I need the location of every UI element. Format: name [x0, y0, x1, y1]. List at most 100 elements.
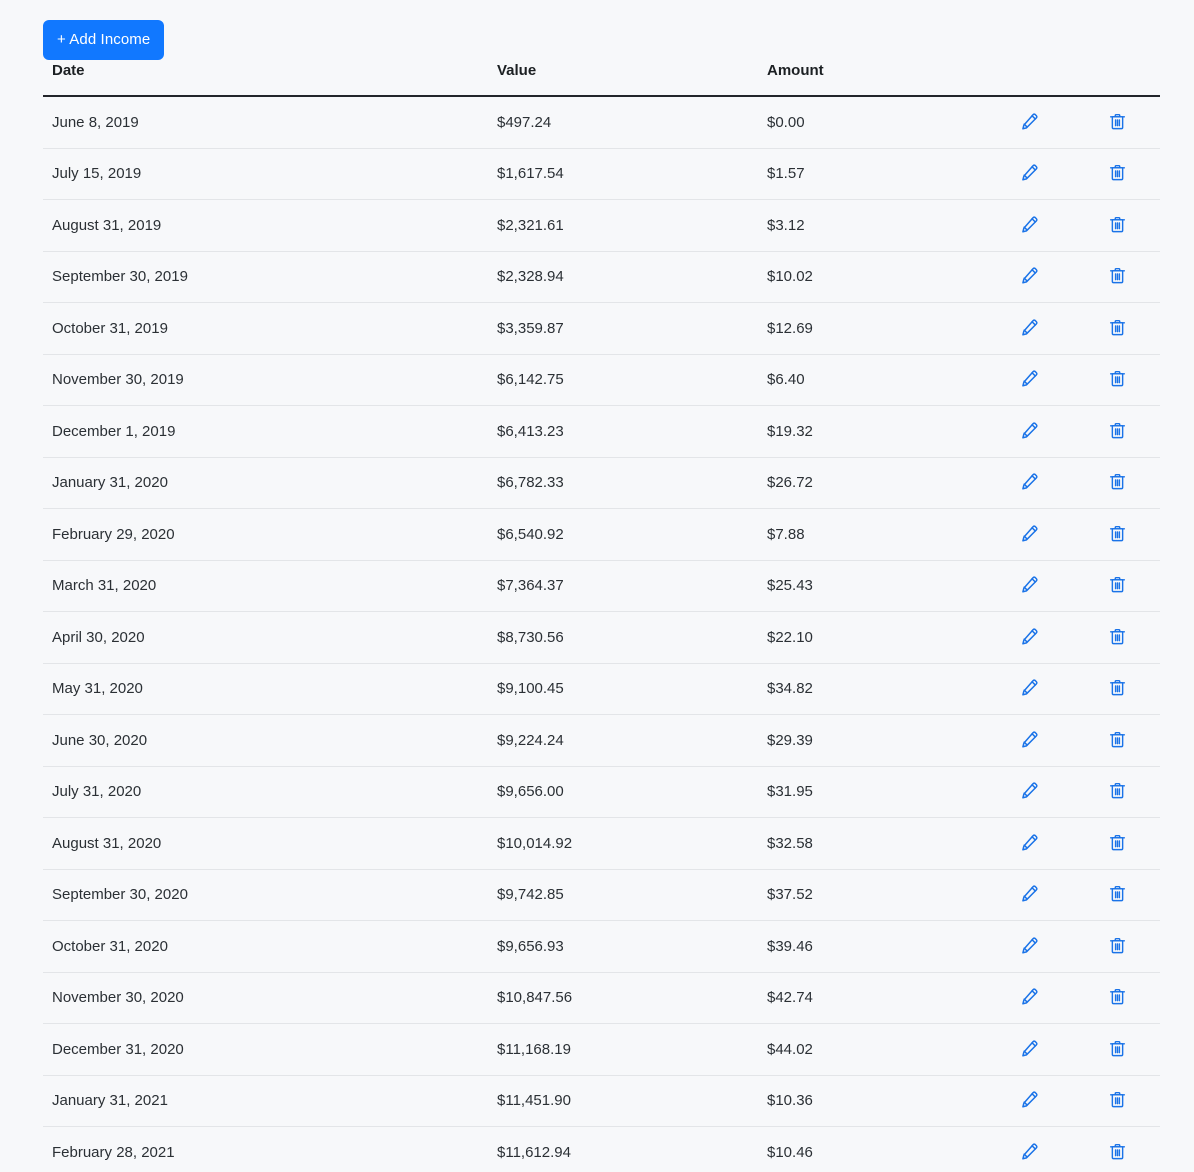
trash-icon: [1108, 318, 1127, 337]
delete-row-button[interactable]: [1107, 522, 1129, 544]
edit-row-button[interactable]: [1019, 831, 1041, 853]
delete-row-button[interactable]: [1107, 419, 1129, 441]
pencil-icon: [1020, 987, 1039, 1006]
delete-row-button[interactable]: [1107, 986, 1129, 1008]
edit-row-button[interactable]: [1019, 419, 1041, 441]
delete-row-button[interactable]: [1107, 1037, 1129, 1059]
edit-row-button[interactable]: [1019, 728, 1041, 750]
edit-row-button[interactable]: [1019, 625, 1041, 647]
edit-row-button[interactable]: [1019, 162, 1041, 184]
edit-row-button[interactable]: [1019, 574, 1041, 596]
cell-edit-action: [980, 611, 1075, 664]
pencil-icon: [1020, 1142, 1039, 1161]
add-income-button[interactable]: + Add Income: [43, 20, 165, 60]
trash-icon: [1108, 833, 1127, 852]
edit-row-button[interactable]: [1019, 368, 1041, 390]
cell-date: February 28, 2021: [43, 1126, 495, 1172]
cell-value: $11,612.94: [495, 1126, 765, 1172]
edit-row-button[interactable]: [1019, 213, 1041, 235]
cell-delete-action: [1075, 1075, 1160, 1127]
cell-amount: $44.02: [765, 1023, 980, 1076]
pencil-icon: [1020, 884, 1039, 903]
edit-row-button[interactable]: [1019, 110, 1041, 132]
trash-icon: [1108, 421, 1127, 440]
edit-row-button[interactable]: [1019, 1089, 1041, 1111]
edit-row-button[interactable]: [1019, 316, 1041, 338]
pencil-icon: [1020, 318, 1039, 337]
delete-row-button[interactable]: [1107, 265, 1129, 287]
trash-icon: [1108, 215, 1127, 234]
cell-value: $9,656.00: [495, 766, 765, 818]
delete-row-button[interactable]: [1107, 728, 1129, 750]
cell-edit-action: [980, 1023, 1075, 1076]
trash-icon: [1108, 163, 1127, 182]
cell-amount: $6.40: [765, 354, 980, 406]
cell-value: $10,847.56: [495, 972, 765, 1024]
income-table: Date Value Amount June 8, 2019 $497.24 $0.…: [43, 62, 1160, 1172]
table-row: February 28, 2021 $11,612.94 $10.46: [43, 1126, 1160, 1172]
cell-amount: $29.39: [765, 714, 980, 767]
cell-value: $7,364.37: [495, 560, 765, 612]
table-row: December 1, 2019 $6,413.23 $19.32: [43, 405, 1160, 458]
table-header-row: Date Value Amount: [43, 62, 1160, 97]
delete-row-button[interactable]: [1107, 831, 1129, 853]
table-row: July 31, 2020 $9,656.00 $31.95: [43, 766, 1160, 818]
cell-amount: $12.69: [765, 302, 980, 355]
cell-edit-action: [980, 508, 1075, 561]
delete-row-button[interactable]: [1107, 883, 1129, 905]
edit-row-button[interactable]: [1019, 471, 1041, 493]
delete-row-button[interactable]: [1107, 162, 1129, 184]
trash-icon: [1108, 781, 1127, 800]
cell-amount: $7.88: [765, 508, 980, 561]
trash-icon: [1108, 936, 1127, 955]
pencil-icon: [1020, 833, 1039, 852]
pencil-icon: [1020, 215, 1039, 234]
pencil-icon: [1020, 266, 1039, 285]
delete-row-button[interactable]: [1107, 368, 1129, 390]
delete-row-button[interactable]: [1107, 574, 1129, 596]
edit-row-button[interactable]: [1019, 934, 1041, 956]
delete-row-button[interactable]: [1107, 677, 1129, 699]
edit-row-button[interactable]: [1019, 780, 1041, 802]
edit-row-button[interactable]: [1019, 522, 1041, 544]
edit-row-button[interactable]: [1019, 1037, 1041, 1059]
cell-amount: $26.72: [765, 457, 980, 509]
pencil-icon: [1020, 112, 1039, 131]
table-row: October 31, 2020 $9,656.93 $39.46: [43, 920, 1160, 973]
pencil-icon: [1020, 627, 1039, 646]
delete-row-button[interactable]: [1107, 625, 1129, 647]
delete-row-button[interactable]: [1107, 110, 1129, 132]
cell-delete-action: [1075, 96, 1160, 149]
table-row: May 31, 2020 $9,100.45 $34.82: [43, 663, 1160, 715]
edit-row-button[interactable]: [1019, 986, 1041, 1008]
trash-icon: [1108, 472, 1127, 491]
edit-row-button[interactable]: [1019, 677, 1041, 699]
delete-row-button[interactable]: [1107, 1089, 1129, 1111]
delete-row-button[interactable]: [1107, 471, 1129, 493]
column-header-delete: [1075, 62, 1160, 97]
delete-row-button[interactable]: [1107, 213, 1129, 235]
delete-row-button[interactable]: [1107, 1140, 1129, 1162]
cell-amount: $42.74: [765, 972, 980, 1024]
cell-value: $6,413.23: [495, 405, 765, 458]
delete-row-button[interactable]: [1107, 934, 1129, 956]
cell-delete-action: [1075, 972, 1160, 1024]
table-row: January 31, 2020 $6,782.33 $26.72: [43, 457, 1160, 509]
edit-row-button[interactable]: [1019, 883, 1041, 905]
edit-row-button[interactable]: [1019, 265, 1041, 287]
table-row: April 30, 2020 $8,730.56 $22.10: [43, 611, 1160, 664]
cell-delete-action: [1075, 1023, 1160, 1076]
trash-icon: [1108, 524, 1127, 543]
trash-icon: [1108, 730, 1127, 749]
delete-row-button[interactable]: [1107, 316, 1129, 338]
edit-row-button[interactable]: [1019, 1140, 1041, 1162]
cell-date: September 30, 2019: [43, 251, 495, 303]
table-row: September 30, 2019 $2,328.94 $10.02: [43, 251, 1160, 303]
table-row: June 30, 2020 $9,224.24 $29.39: [43, 714, 1160, 767]
cell-delete-action: [1075, 869, 1160, 921]
cell-value: $1,617.54: [495, 148, 765, 200]
cell-value: $497.24: [495, 96, 765, 149]
cell-edit-action: [980, 354, 1075, 406]
delete-row-button[interactable]: [1107, 780, 1129, 802]
cell-amount: $34.82: [765, 663, 980, 715]
